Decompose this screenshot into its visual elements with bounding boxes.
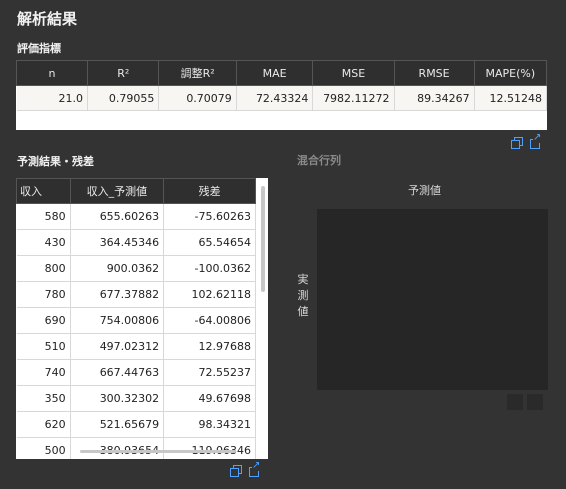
results-actions bbox=[230, 461, 261, 477]
results-header-cell: 残差 bbox=[163, 178, 256, 204]
results-cell: 98.34321 bbox=[163, 411, 256, 438]
evaluation-actions bbox=[511, 133, 542, 149]
vertical-scrollbar[interactable] bbox=[261, 186, 265, 292]
table-row: 740 667.44763 72.55237 bbox=[16, 359, 256, 386]
results-cell: 380.93654 bbox=[70, 437, 165, 459]
confusion-matrix-area bbox=[317, 209, 548, 390]
results-cell: 800 bbox=[16, 255, 71, 282]
results-cell: 102.62118 bbox=[163, 281, 256, 308]
evaluation-table-panel: n R² 調整R² MAE MSE RMSE MAPE(%) 21.0 0.79055 0.70… bbox=[15, 60, 548, 130]
evaluation-value-cell: 72.43324 bbox=[236, 85, 314, 111]
evaluation-header-cell: 調整R² bbox=[158, 60, 237, 86]
results-cell: 364.45346 bbox=[70, 229, 165, 256]
results-cell: 510 bbox=[16, 333, 71, 360]
results-cell: 754.00806 bbox=[70, 307, 165, 334]
results-cell: 300.32302 bbox=[70, 385, 165, 412]
results-cell: 677.37882 bbox=[70, 281, 165, 308]
results-cell: 667.44763 bbox=[70, 359, 165, 386]
matrix-button[interactable] bbox=[507, 394, 523, 410]
table-row: 800 900.0362 -100.0362 bbox=[16, 255, 256, 282]
copy-icon[interactable] bbox=[230, 465, 242, 477]
results-label: 予測結果・残差 bbox=[17, 155, 94, 168]
results-cell: 500 bbox=[16, 437, 71, 459]
horizontal-scrollbar[interactable] bbox=[80, 450, 236, 453]
evaluation-header-cell: MAE bbox=[235, 60, 314, 86]
results-cell: 119.06346 bbox=[163, 437, 256, 459]
evaluation-value-cell: 0.70079 bbox=[158, 85, 237, 111]
evaluation-header-cell: n bbox=[15, 60, 89, 86]
results-cell: 580 bbox=[16, 203, 71, 230]
open-external-icon[interactable] bbox=[530, 133, 542, 149]
results-cell: -64.00806 bbox=[163, 307, 256, 334]
results-cell: 740 bbox=[16, 359, 71, 386]
evaluation-value-cell: 0.79055 bbox=[87, 85, 160, 111]
results-cell: 12.97688 bbox=[163, 333, 256, 360]
evaluation-header-cell: R² bbox=[87, 60, 160, 86]
evaluation-table: n R² 調整R² MAE MSE RMSE MAPE(%) 21.0 0.79055 0.70… bbox=[15, 60, 548, 111]
evaluation-value-cell: 7982.11272 bbox=[312, 85, 395, 111]
results-table: 収入 収入_予測値 残差 580 655.60263 -75.60263 430 364.4… bbox=[16, 178, 256, 459]
results-cell: 620 bbox=[16, 411, 71, 438]
matrix-button[interactable] bbox=[527, 394, 543, 410]
results-cell: -75.60263 bbox=[163, 203, 256, 230]
evaluation-value-cell: 21.0 bbox=[16, 85, 89, 111]
evaluation-value-cell: 12.51248 bbox=[474, 85, 548, 111]
evaluation-header-cell: MAPE(%) bbox=[473, 60, 548, 86]
evaluation-label: 評価指標 bbox=[17, 42, 61, 55]
page-title: 解析結果 bbox=[17, 10, 78, 28]
table-row: 350 300.32302 49.67698 bbox=[16, 385, 256, 412]
results-cell: 430 bbox=[16, 229, 71, 256]
results-cell: 72.55237 bbox=[163, 359, 256, 386]
results-cell: 655.60263 bbox=[70, 203, 165, 230]
copy-icon[interactable] bbox=[511, 137, 523, 149]
results-cell: 350 bbox=[16, 385, 71, 412]
actual-axis-label: 実測値 bbox=[297, 273, 309, 318]
results-cell: 521.65679 bbox=[70, 411, 165, 438]
open-external-icon[interactable] bbox=[249, 461, 261, 477]
table-row: 780 677.37882 102.62118 bbox=[16, 281, 256, 308]
table-row: 430 364.45346 65.54654 bbox=[16, 229, 256, 256]
results-cell: 65.54654 bbox=[163, 229, 256, 256]
results-cell: 497.02312 bbox=[70, 333, 165, 360]
results-cell: 900.0362 bbox=[70, 255, 165, 282]
confusion-matrix-title: 混合行列 bbox=[297, 154, 341, 167]
results-cell: 780 bbox=[16, 281, 71, 308]
table-row: 510 497.02312 12.97688 bbox=[16, 333, 256, 360]
table-row: 580 655.60263 -75.60263 bbox=[16, 203, 256, 230]
results-cell: 49.67698 bbox=[163, 385, 256, 412]
results-table-panel: 収入 収入_予測値 残差 580 655.60263 -75.60263 430 364.4… bbox=[16, 178, 268, 459]
predicted-axis-label: 予測値 bbox=[408, 184, 441, 197]
table-row: 500380.93654119.06346 bbox=[16, 437, 256, 459]
evaluation-value-cell: 89.34267 bbox=[394, 85, 475, 111]
results-cell: 690 bbox=[16, 307, 71, 334]
evaluation-header-cell: MSE bbox=[312, 60, 395, 86]
table-row: 620 521.65679 98.34321 bbox=[16, 411, 256, 438]
results-header-cell: 収入 bbox=[16, 178, 71, 204]
evaluation-header-cell: RMSE bbox=[393, 60, 475, 86]
table-row: 690 754.00806 -64.00806 bbox=[16, 307, 256, 334]
results-header-cell: 収入_予測値 bbox=[69, 178, 165, 204]
results-cell: -100.0362 bbox=[163, 255, 256, 282]
